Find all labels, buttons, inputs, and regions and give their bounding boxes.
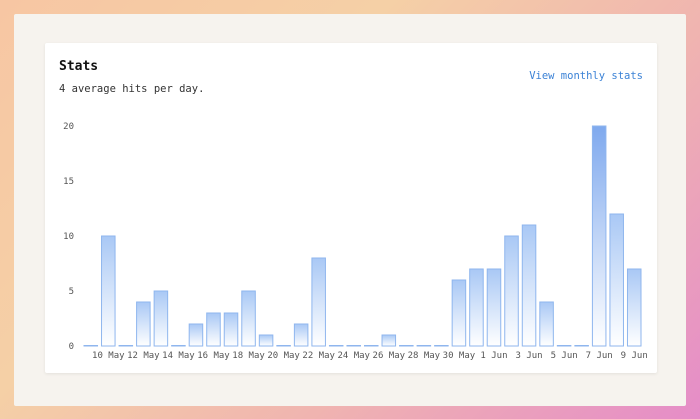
x-tick-label: 26 May: [373, 351, 406, 361]
bar-20-may[interactable]: [276, 345, 291, 347]
x-tick-label: 1 Jun: [480, 351, 507, 361]
bar-10-may[interactable]: [101, 235, 116, 347]
bar-25-may[interactable]: [364, 345, 379, 347]
bar-30-may[interactable]: [451, 279, 467, 347]
bar-5-jun[interactable]: [556, 345, 572, 347]
bar-31-may[interactable]: [469, 268, 484, 347]
x-tick-label: 9 Jun: [621, 351, 648, 361]
bar-23-may[interactable]: [328, 345, 344, 347]
bar-24-may[interactable]: [346, 345, 362, 347]
bar-1-jun[interactable]: [486, 268, 502, 347]
y-axis: 0 5 10 15 20: [63, 122, 74, 352]
bar-7-jun[interactable]: [591, 125, 607, 347]
bar-3-jun[interactable]: [521, 224, 537, 347]
bar-8-jun[interactable]: [609, 213, 624, 347]
bar-17-may[interactable]: [223, 312, 239, 347]
y-tick-label: 10: [63, 232, 74, 242]
bar-2-jun[interactable]: [504, 235, 519, 347]
bar-26-may[interactable]: [381, 334, 397, 347]
y-tick-label: 5: [69, 287, 74, 297]
bars: [83, 125, 642, 347]
x-tick-label: 20 May: [267, 351, 300, 361]
bar-14-may[interactable]: [171, 345, 186, 347]
x-tick-label: 22 May: [302, 351, 335, 361]
bar-19-may[interactable]: [258, 334, 274, 347]
x-tick-label: 30 May: [443, 351, 476, 361]
bar-29-may[interactable]: [434, 345, 449, 347]
x-tick-label: 18 May: [232, 351, 265, 361]
bar-15-may[interactable]: [188, 323, 204, 347]
y-tick-label: 0: [69, 342, 74, 352]
x-tick-label: 10 May: [92, 351, 125, 361]
x-tick-label: 12 May: [127, 351, 160, 361]
x-tick-label: 16 May: [197, 351, 230, 361]
bar-6-jun[interactable]: [574, 345, 589, 347]
bar-18-may[interactable]: [241, 290, 256, 347]
bar-21-may[interactable]: [293, 323, 309, 347]
bar-4-jun[interactable]: [539, 301, 554, 347]
stats-card: Stats 4 average hits per day. View month…: [45, 43, 657, 373]
y-tick-label: 20: [63, 122, 74, 132]
x-tick-label: 14 May: [162, 351, 195, 361]
y-tick-label: 15: [63, 177, 74, 187]
bar-27-may[interactable]: [399, 345, 414, 347]
x-axis: 10 May 12 May 14 May 16 May 18 May 20 May 22 M…: [92, 351, 648, 361]
bar-13-may[interactable]: [153, 290, 169, 347]
bar-22-may[interactable]: [311, 257, 326, 347]
bar-9-may[interactable]: [83, 345, 99, 347]
x-tick-label: 3 Jun: [516, 351, 543, 361]
x-tick-label: 24 May: [337, 351, 370, 361]
bar-12-may[interactable]: [136, 301, 151, 347]
bar-16-may[interactable]: [206, 312, 221, 347]
x-tick-label: 28 May: [408, 351, 441, 361]
bar-9-jun[interactable]: [626, 268, 642, 347]
x-tick-label: 7 Jun: [586, 351, 613, 361]
bar-11-may[interactable]: [118, 345, 134, 347]
x-tick-label: 5 Jun: [551, 351, 578, 361]
bar-28-may[interactable]: [416, 345, 432, 347]
stats-bar-chart: 05101520 10 May 12 May 14 May 16 May 18 May 2…: [63, 122, 648, 361]
